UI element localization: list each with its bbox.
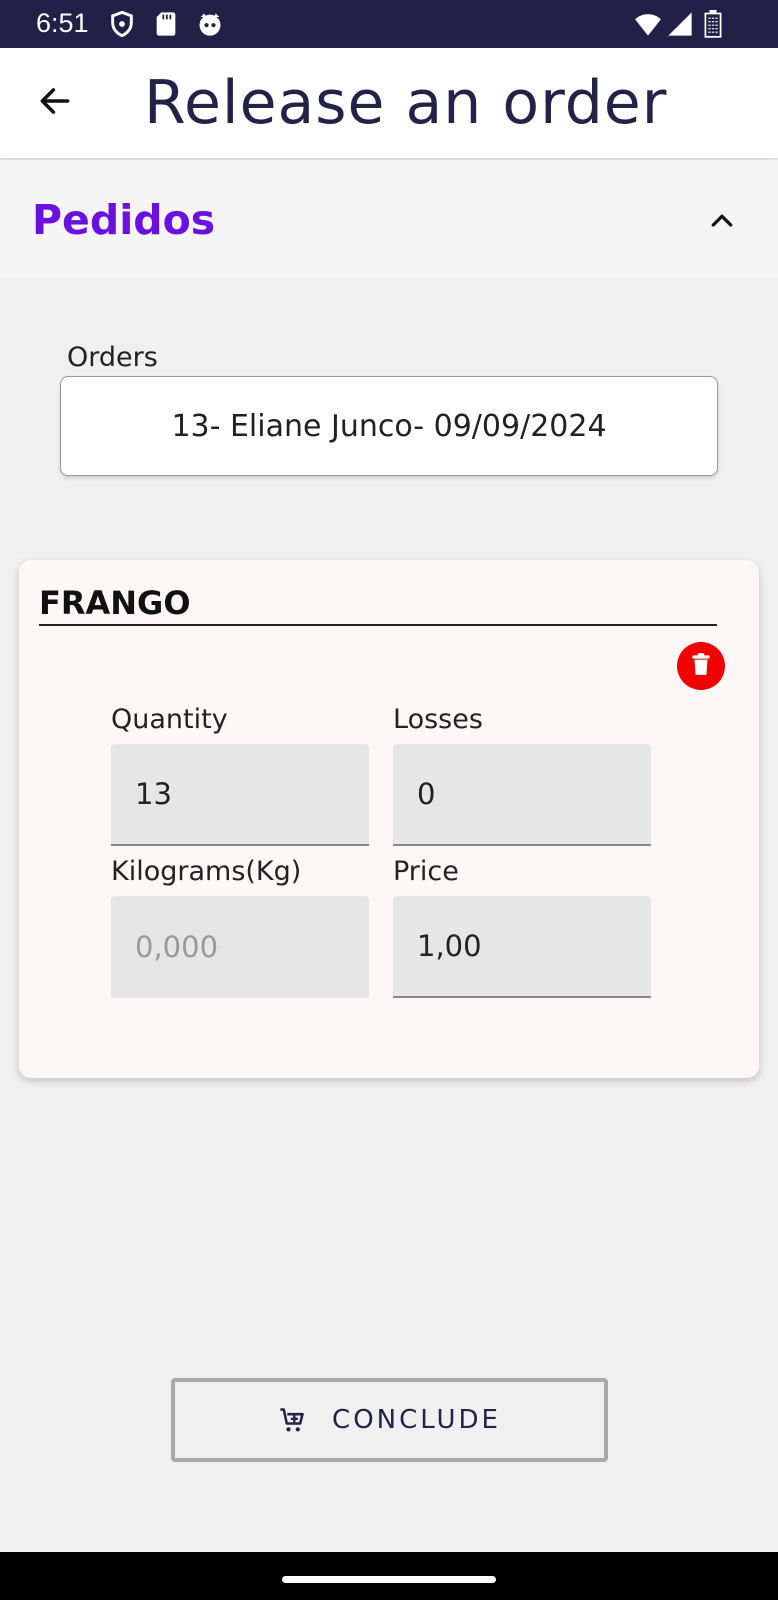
- page-title: Release an order: [144, 68, 668, 138]
- quantity-label: Quantity: [111, 704, 228, 735]
- orders-label: Orders: [67, 342, 158, 373]
- shield-icon: [108, 10, 136, 38]
- wifi-icon: [634, 10, 662, 38]
- collapse-button[interactable]: [700, 200, 744, 244]
- status-bar: 6:51: [0, 0, 778, 48]
- price-input[interactable]: 1,00: [393, 896, 651, 998]
- section-header[interactable]: Pedidos: [0, 160, 778, 278]
- delete-item-button[interactable]: [677, 642, 725, 690]
- conclude-label: CONCLUDE: [332, 1405, 501, 1435]
- cat-face-icon: [196, 10, 224, 38]
- app-bar: Release an order: [0, 48, 778, 158]
- arrow-left-icon: [36, 82, 74, 125]
- price-label: Price: [393, 856, 459, 887]
- item-name: FRANGO: [39, 584, 717, 626]
- sd-card-icon: [152, 10, 180, 38]
- losses-label: Losses: [393, 704, 483, 735]
- chevron-up-icon: [707, 205, 737, 240]
- trash-icon: [688, 651, 714, 682]
- battery-icon: [702, 10, 724, 38]
- cart-icon: [278, 1406, 306, 1434]
- orders-select[interactable]: 13- Eliane Junco- 09/09/2024: [60, 376, 718, 476]
- home-handle[interactable]: [282, 1576, 496, 1583]
- kilograms-label: Kilograms(Kg): [111, 856, 302, 887]
- order-item-card: FRANGO Quantity 13 Losses 0 Kilograms(Kg…: [19, 560, 759, 1078]
- kilograms-input[interactable]: 0,000: [111, 896, 369, 998]
- conclude-button[interactable]: CONCLUDE: [171, 1378, 608, 1462]
- back-button[interactable]: [30, 78, 80, 128]
- system-nav-bar: [0, 1552, 778, 1600]
- signal-icon: [666, 10, 694, 38]
- losses-input[interactable]: 0: [393, 744, 651, 846]
- status-time: 6:51: [36, 8, 89, 38]
- section-title: Pedidos: [32, 196, 216, 244]
- quantity-input[interactable]: 13: [111, 744, 369, 846]
